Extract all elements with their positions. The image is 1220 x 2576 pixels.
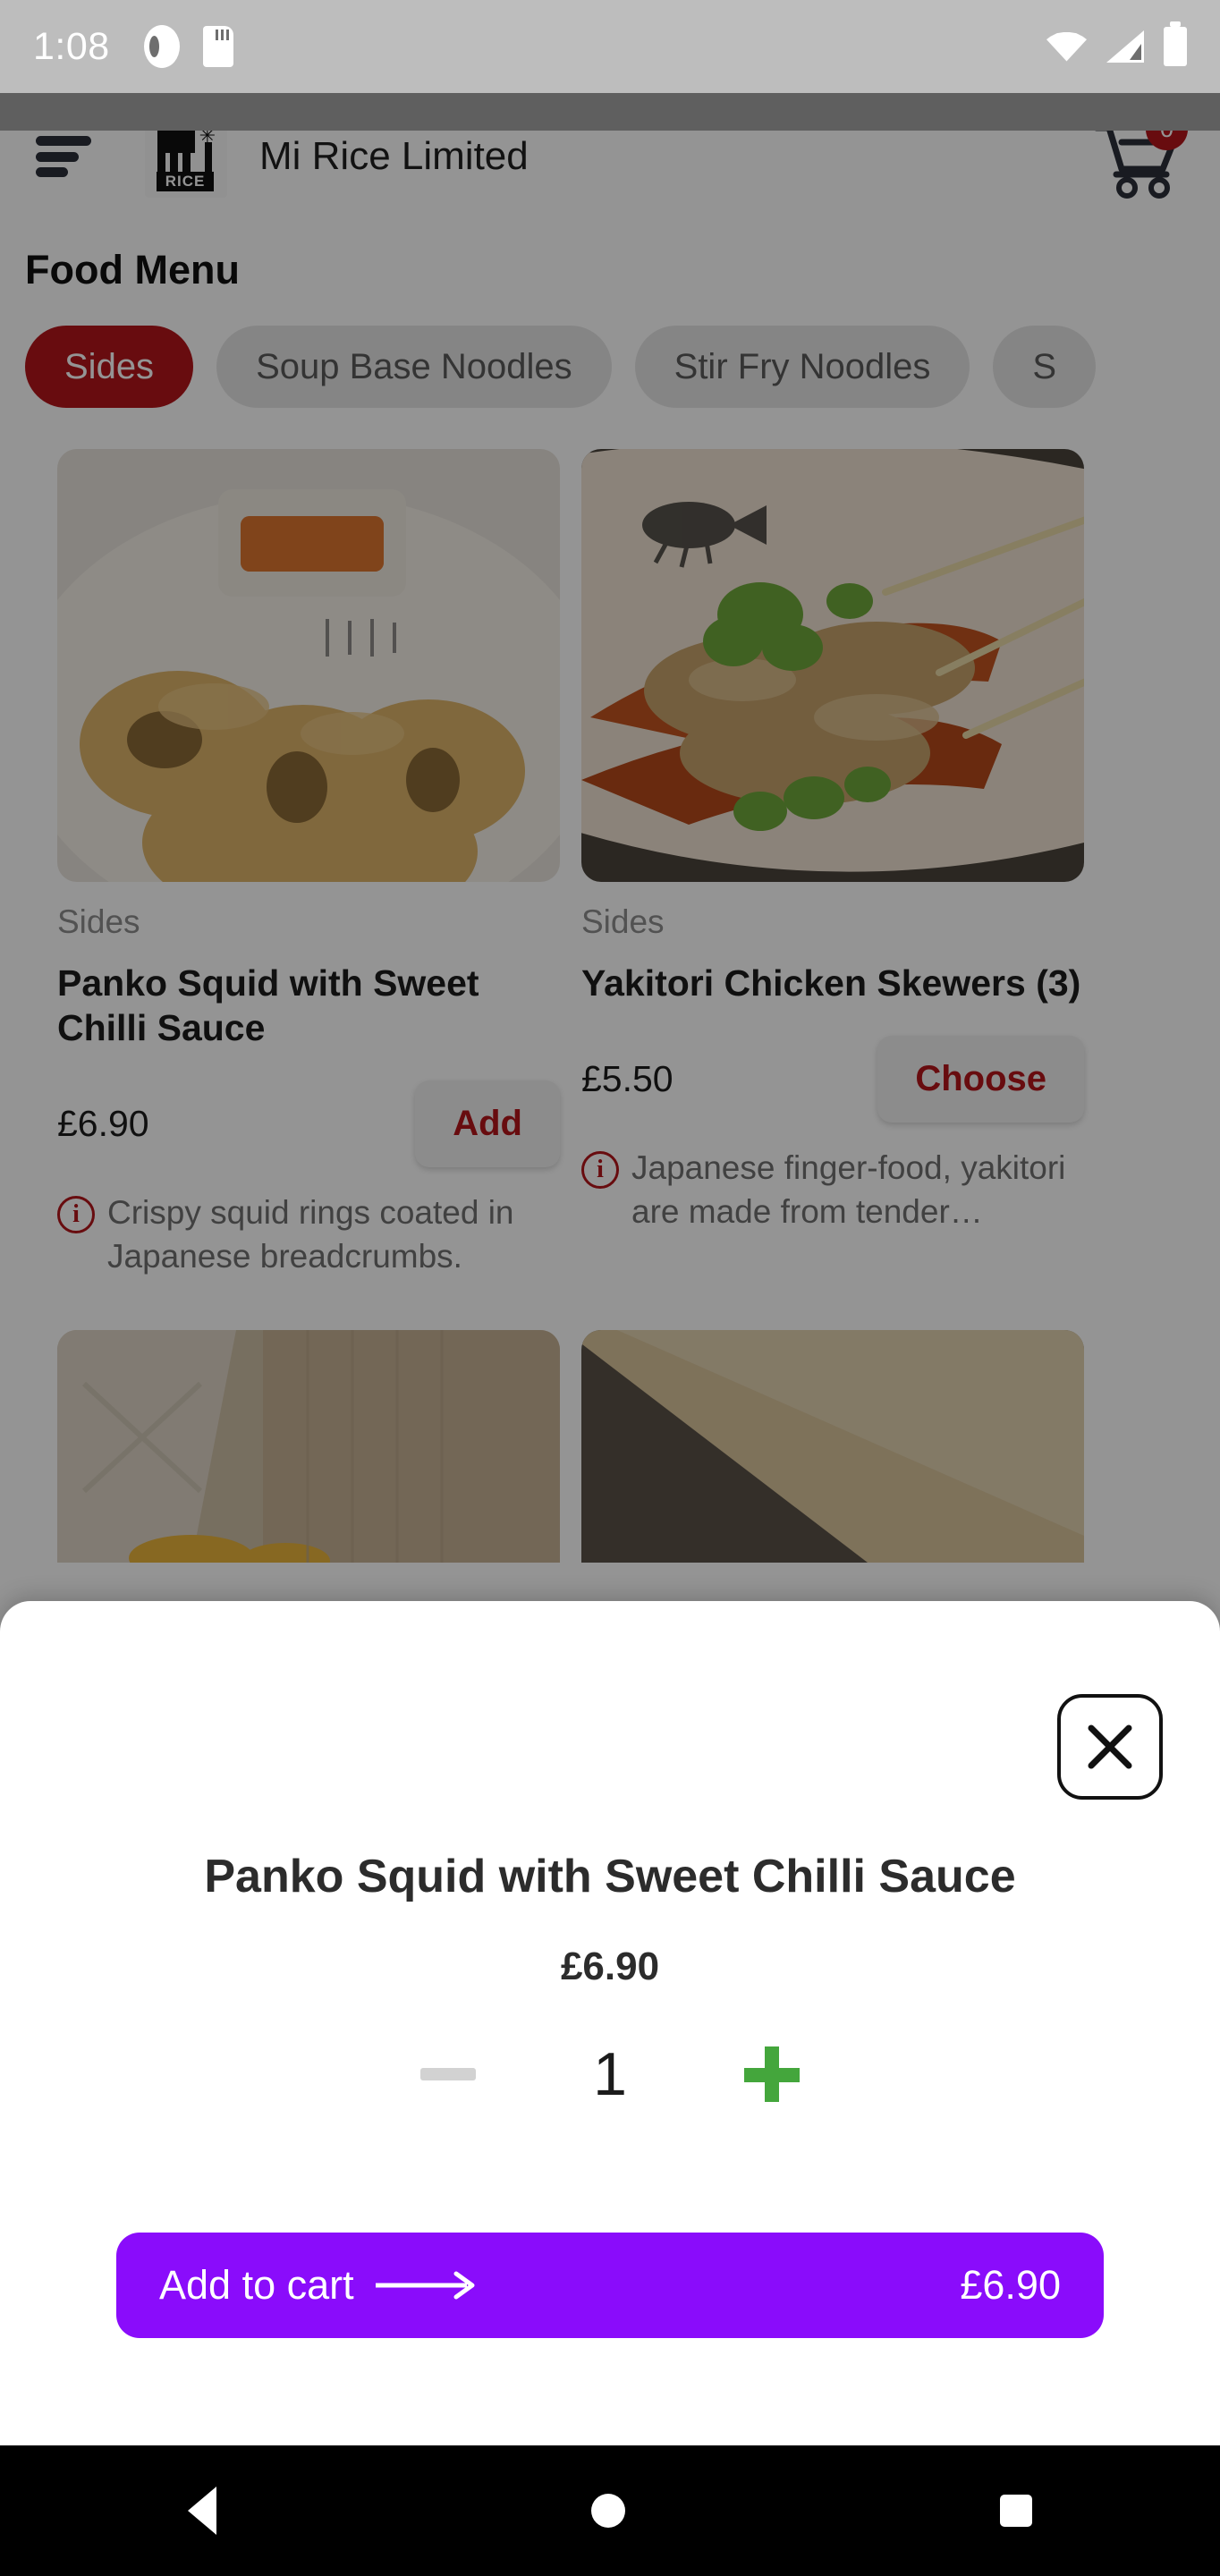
cellular-signal-icon [1106, 30, 1144, 63]
menu-item-category: Sides [57, 903, 140, 940]
tab-partial[interactable]: S [993, 326, 1097, 408]
status-scrim [0, 93, 1220, 131]
recents-square-icon[interactable] [1000, 2495, 1033, 2527]
menu-item-price-row: £6.90 Add [57, 1080, 560, 1168]
add-to-cart-price: £6.90 [960, 2262, 1061, 2308]
tab-sides[interactable]: Sides [25, 326, 194, 408]
bowl-photo[interactable] [581, 1330, 1084, 1563]
choose-button[interactable]: Choose [877, 1036, 1084, 1123]
minus-icon[interactable] [420, 2068, 476, 2080]
status-right-icons [1046, 21, 1187, 66]
menu-item-price: £6.90 [57, 1103, 149, 1145]
menu-item-description-row: i Crispy squid rings coated in Japanese … [57, 1191, 560, 1278]
status-time: 1:08 [33, 24, 110, 68]
hamburger-bar [36, 167, 68, 177]
menu-item-card[interactable]: Sides Panko Squid with Sweet Chilli Sauc… [57, 449, 560, 1278]
menu-item-grid: Sides Panko Squid with Sweet Chilli Sauc… [0, 408, 1220, 1278]
logo-wordmark: RICE [157, 172, 214, 191]
menu-item-name: Panko Squid with Sweet Chilli Sauce [57, 962, 479, 1049]
add-to-cart-label: Add to cart [159, 2262, 354, 2308]
sheet-product-price: £6.90 [560, 1945, 660, 1988]
menu-item-card[interactable]: Sides Yakitori Chicken Skewers (3) £5.50… [581, 449, 1084, 1278]
plus-icon[interactable] [744, 2046, 800, 2102]
hamburger-bar [36, 151, 79, 162]
category-tabs: Sides Soup Base Noodles Stir Fry Noodles… [0, 293, 1220, 408]
home-circle-icon[interactable] [590, 2494, 625, 2528]
close-x-icon [1088, 1724, 1132, 1769]
menu-item-description: Japanese finger-food, yakitori are made … [631, 1149, 1066, 1231]
add-button[interactable]: Add [415, 1080, 560, 1168]
menu-item-price-row: £5.50 Choose [581, 1036, 1084, 1123]
page-title: Mi Rice Limited [259, 134, 529, 178]
tab-stir-fry-noodles[interactable]: Stir Fry Noodles [634, 326, 970, 408]
add-to-cart-button[interactable]: Add to cart £6.90 [116, 2233, 1104, 2338]
yakitori-chicken-skewers-photo [581, 449, 1084, 882]
menu-item-price: £5.50 [581, 1058, 674, 1100]
menu-item-name: Yakitori Chicken Skewers (3) [581, 962, 1081, 1004]
info-icon[interactable]: i [581, 1151, 619, 1190]
sd-card-icon [202, 26, 233, 67]
face-unlock-icon [143, 25, 180, 68]
logo-stroke [205, 142, 212, 172]
arrow-right-icon [375, 2271, 475, 2300]
panko-squid-photo [57, 449, 560, 882]
hamburger-menu-icon[interactable] [36, 136, 91, 177]
logo-bars [157, 137, 191, 174]
quantity-stepper: 1 [0, 2039, 1220, 2109]
info-icon[interactable]: i [57, 1196, 95, 1234]
android-nav-bar [0, 2445, 1220, 2576]
wifi-icon [1046, 31, 1087, 62]
quantity-value: 1 [593, 2040, 627, 2108]
menu-item-description-row: i Japanese finger-food, yakitori are mad… [581, 1146, 1084, 1233]
battery-icon [1164, 21, 1187, 66]
menu-item-category: Sides [581, 903, 665, 940]
food-menu-heading: Food Menu [25, 247, 240, 292]
product-bottom-sheet: Panko Squid with Sweet Chilli Sauce £6.9… [0, 1601, 1220, 2445]
menu-item-description: Crispy squid rings coated in Japanese br… [107, 1194, 514, 1275]
status-left-icons [143, 25, 233, 68]
tab-soup-base-noodles[interactable]: Soup Base Noodles [216, 326, 612, 408]
gyoza-photo[interactable] [57, 1330, 560, 1563]
menu-item-grid-partial [0, 1278, 1220, 1563]
close-icon[interactable] [1057, 1694, 1163, 1800]
status-bar: 1:08 [0, 0, 1220, 93]
hamburger-bar [36, 136, 91, 146]
back-triangle-icon[interactable] [187, 2487, 216, 2535]
sheet-product-title: Panko Squid with Sweet Chilli Sauce [204, 1851, 1016, 1902]
